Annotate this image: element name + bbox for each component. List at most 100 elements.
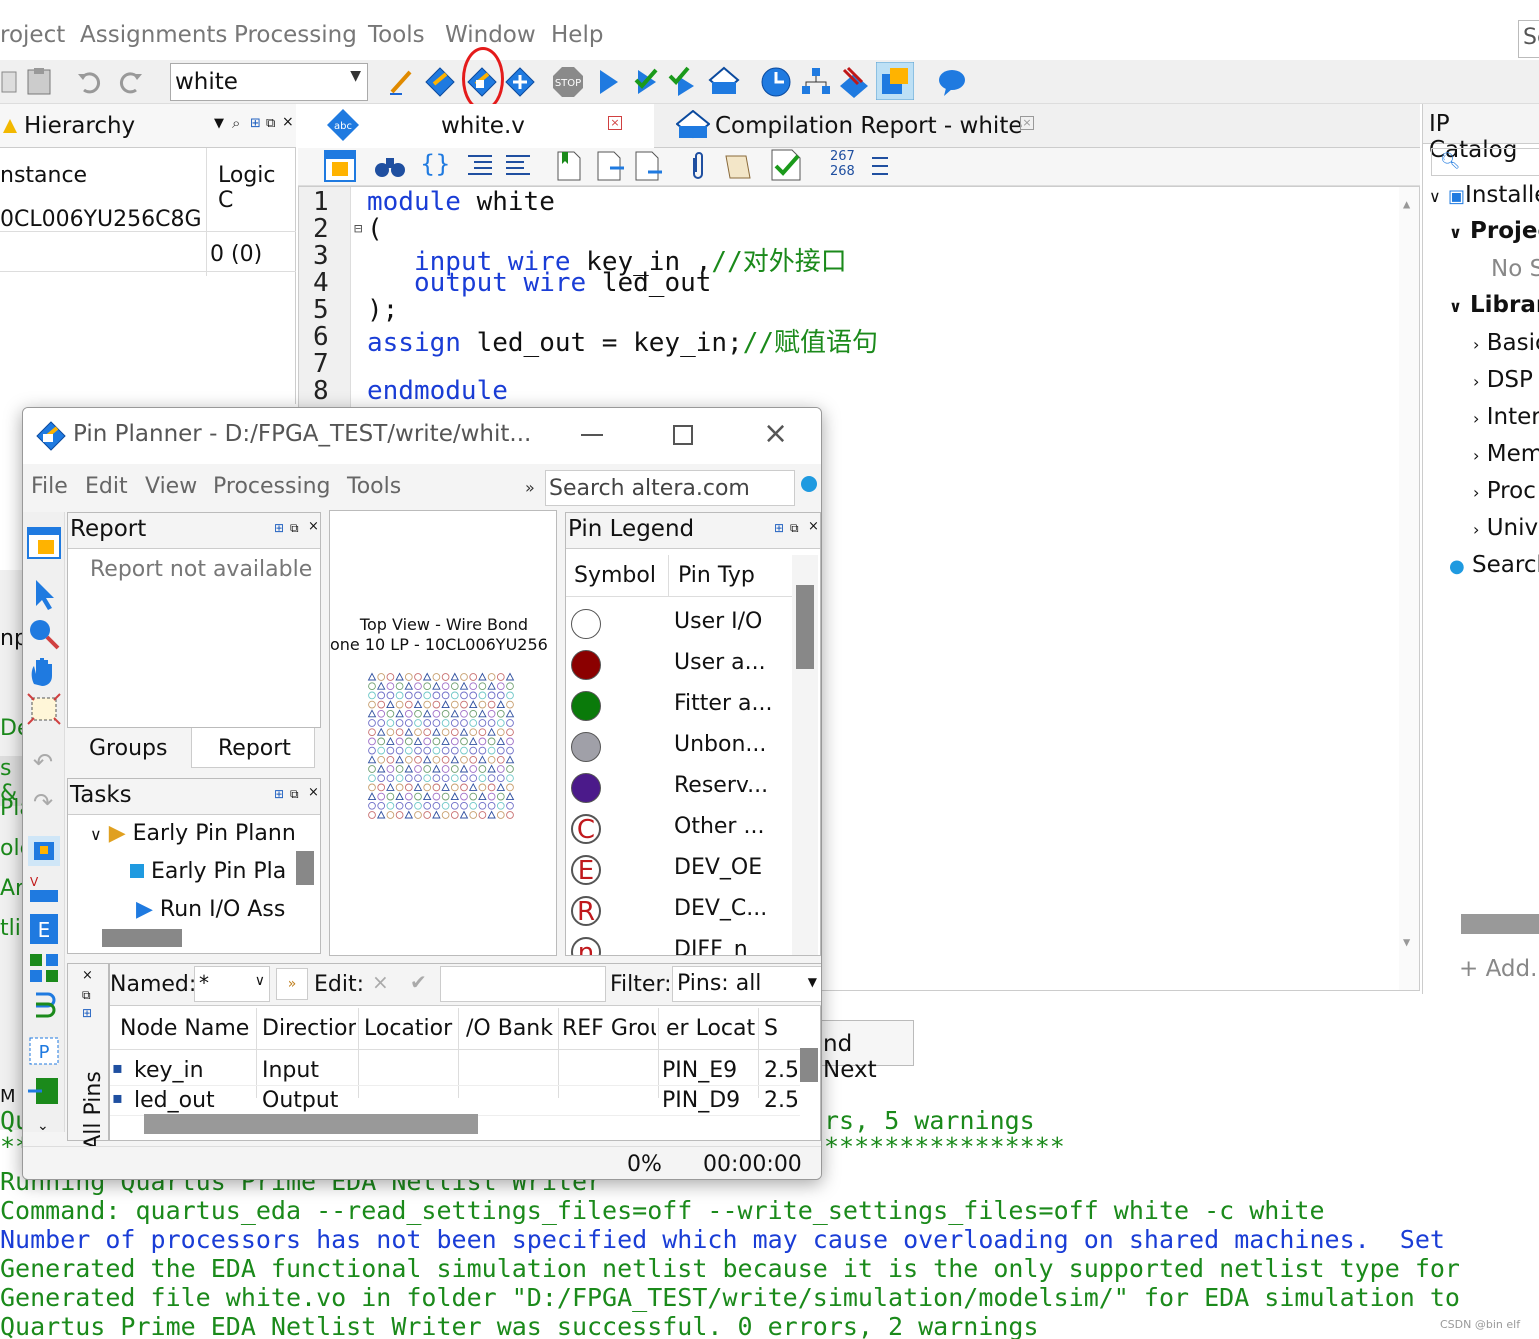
tree-item[interactable]: › Inter <box>1473 404 1539 430</box>
package-pin[interactable] <box>487 673 496 681</box>
package-pin[interactable] <box>478 783 487 792</box>
package-pin[interactable] <box>441 719 450 727</box>
package-pin[interactable] <box>460 691 468 700</box>
package-pin[interactable] <box>423 737 432 746</box>
package-pin[interactable] <box>450 811 459 819</box>
tree-item[interactable]: › Mem <box>1473 441 1539 467</box>
package-pin[interactable] <box>460 709 468 718</box>
minimize-icon[interactable] <box>581 434 603 436</box>
pin-icon[interactable]: ⊞ <box>774 521 784 535</box>
package-pin[interactable] <box>376 727 386 736</box>
package-pin[interactable] <box>487 774 496 783</box>
menu-help[interactable]: Help <box>551 22 603 48</box>
package-pin[interactable] <box>459 727 469 736</box>
col-location[interactable]: Locatior <box>364 1016 456 1041</box>
package-pin[interactable] <box>432 709 441 718</box>
package-pin[interactable] <box>468 700 478 709</box>
package-pin[interactable] <box>432 737 441 746</box>
package-pin[interactable] <box>496 682 505 691</box>
chevron-down-icon[interactable]: ⌄ <box>37 1118 49 1134</box>
package-pin[interactable] <box>478 700 487 709</box>
package-pin[interactable] <box>368 801 376 810</box>
package-pin[interactable] <box>441 746 450 755</box>
package-pin[interactable] <box>469 792 478 801</box>
package-pin[interactable] <box>478 682 487 691</box>
package-pin[interactable] <box>432 691 441 700</box>
package-pin[interactable] <box>441 811 450 819</box>
float-icon[interactable]: ⧉ <box>290 521 299 536</box>
package-pin[interactable] <box>368 682 376 691</box>
package-pin[interactable] <box>441 782 450 791</box>
package-pin[interactable] <box>505 755 515 764</box>
binoculars-icon[interactable] <box>374 152 406 180</box>
package-pin[interactable] <box>450 755 460 764</box>
package-pin[interactable] <box>460 792 468 801</box>
package-pin[interactable] <box>413 700 423 709</box>
package-pin[interactable] <box>450 792 460 801</box>
package-pin[interactable] <box>505 792 515 801</box>
close-icon[interactable]: × <box>308 519 319 534</box>
package-pin[interactable] <box>377 774 386 783</box>
fold-icon[interactable]: ⊟ <box>354 221 362 237</box>
horizontal-scrollbar[interactable] <box>1461 914 1539 934</box>
chip-planner-icon[interactable] <box>876 62 914 100</box>
package-pin[interactable] <box>414 673 422 681</box>
package-pin[interactable] <box>496 746 505 755</box>
package-pin[interactable] <box>506 746 514 755</box>
package-pin[interactable] <box>487 709 496 718</box>
package-pin[interactable] <box>450 691 459 700</box>
package-pin[interactable] <box>377 691 386 700</box>
indent-icon[interactable] <box>466 152 494 180</box>
package-pin[interactable] <box>478 728 487 737</box>
package-pin[interactable] <box>469 774 478 783</box>
package-pin[interactable] <box>377 792 386 801</box>
tree-search[interactable]: ● Search <box>1449 552 1539 578</box>
package-pin[interactable] <box>367 792 377 801</box>
outdent-icon[interactable] <box>504 152 532 180</box>
package-pin[interactable] <box>460 783 468 792</box>
package-pin[interactable] <box>468 736 478 745</box>
package-pin[interactable] <box>423 691 432 700</box>
package-pin[interactable] <box>469 746 478 755</box>
altera-search-input[interactable]: Search altera.com <box>545 470 795 506</box>
package-pin[interactable] <box>377 700 386 709</box>
tree-project[interactable]: ∨ Projec <box>1449 218 1539 244</box>
package-pin[interactable] <box>487 737 496 746</box>
package-pin[interactable] <box>432 801 441 810</box>
package-pin[interactable] <box>432 681 441 690</box>
package-pin[interactable] <box>469 801 478 810</box>
pointer-icon[interactable] <box>26 578 62 612</box>
package-pin[interactable] <box>395 691 404 700</box>
package-pin[interactable] <box>460 774 468 783</box>
package-pin[interactable] <box>450 765 459 773</box>
package-pin[interactable] <box>423 801 432 810</box>
package-pin[interactable] <box>441 709 450 718</box>
chevron-down-icon[interactable]: ▼ <box>214 116 224 131</box>
package-pin[interactable] <box>450 672 460 681</box>
tree-item[interactable]: › Basic <box>1473 330 1539 356</box>
package-pin[interactable] <box>506 765 514 773</box>
bookmark-icon[interactable] <box>556 150 582 182</box>
device-name[interactable]: 0CL006YU256C8G <box>0 207 202 232</box>
menu-edit[interactable]: Edit <box>85 474 128 499</box>
edit-input[interactable] <box>440 966 606 1002</box>
package-pin[interactable] <box>386 700 395 709</box>
check-play-icon[interactable] <box>668 66 700 98</box>
assign-icon[interactable] <box>708 66 740 98</box>
menu-view[interactable]: View <box>145 474 197 499</box>
package-pin[interactable] <box>395 719 404 727</box>
package-pin[interactable] <box>404 764 414 773</box>
package-pin[interactable] <box>478 755 487 764</box>
package-pin[interactable] <box>377 746 386 755</box>
package-pin[interactable] <box>496 782 506 791</box>
float-icon[interactable]: ⧉ <box>82 988 91 1003</box>
netlist-icon[interactable] <box>800 66 832 98</box>
package-pin[interactable] <box>460 755 468 764</box>
package-pin[interactable] <box>432 673 441 681</box>
package-pin[interactable] <box>423 728 432 737</box>
package-pin[interactable] <box>450 682 459 691</box>
redo-icon[interactable] <box>114 66 146 98</box>
close-icon[interactable]: × <box>282 114 294 130</box>
accept-edit-icon[interactable]: ✔ <box>410 970 427 994</box>
package-icon[interactable] <box>26 950 62 984</box>
